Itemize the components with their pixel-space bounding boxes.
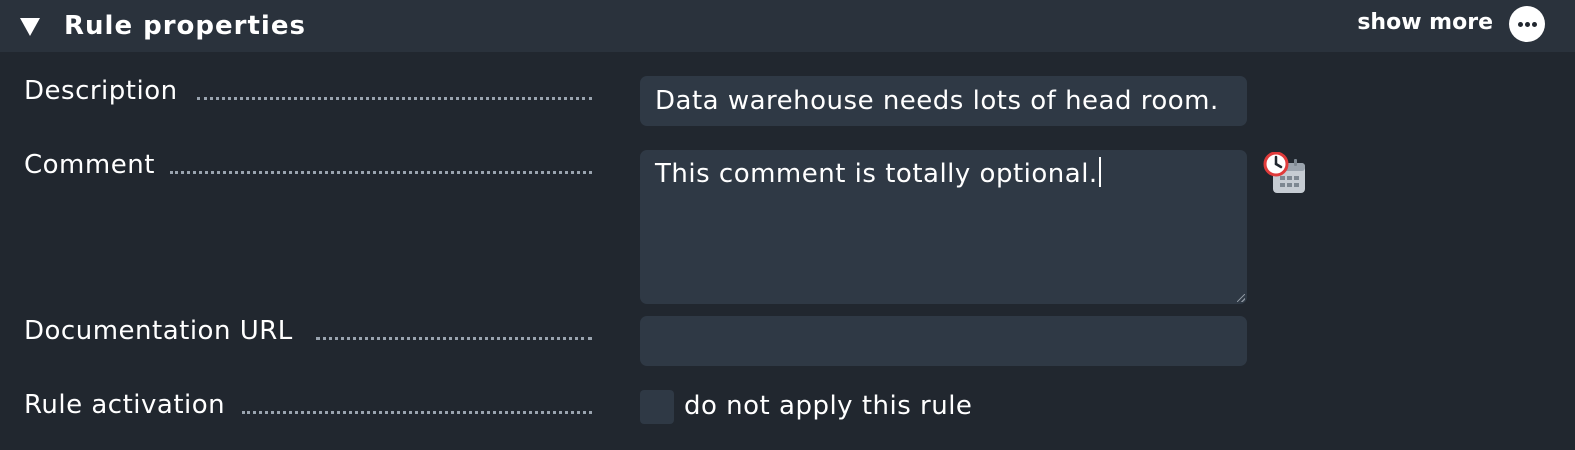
do-not-apply-checkbox[interactable] xyxy=(640,390,674,424)
documentation-url-leader-dots xyxy=(316,337,592,340)
rule-activation-leader-dots xyxy=(242,411,592,414)
description-leader-dots xyxy=(197,97,592,100)
resize-grip-icon[interactable] xyxy=(1237,294,1245,302)
description-input[interactable]: Data warehouse needs lots of head room. xyxy=(640,76,1247,126)
section-title[interactable]: Rule properties xyxy=(64,8,306,44)
rule-activation-label: Rule activation xyxy=(24,390,226,420)
description-label: Description xyxy=(24,76,178,106)
do-not-apply-label[interactable]: do not apply this rule xyxy=(684,388,972,424)
comment-label: Comment xyxy=(24,150,155,180)
ellipsis-icon[interactable] xyxy=(1509,6,1545,42)
section-header[interactable]: Rule properties show more xyxy=(0,0,1575,52)
clock-calendar-icon[interactable] xyxy=(1263,151,1309,196)
documentation-url-label: Documentation URL xyxy=(24,316,293,346)
comment-text: This comment is totally optional. xyxy=(655,159,1098,189)
text-caret xyxy=(1098,157,1101,187)
comment-leader-dots xyxy=(170,171,592,174)
show-more-link[interactable]: show more xyxy=(1357,6,1493,40)
documentation-url-input[interactable] xyxy=(640,316,1247,366)
comment-textarea[interactable]: This comment is totally optional. xyxy=(640,150,1247,304)
triangle-down-icon[interactable] xyxy=(20,18,40,36)
